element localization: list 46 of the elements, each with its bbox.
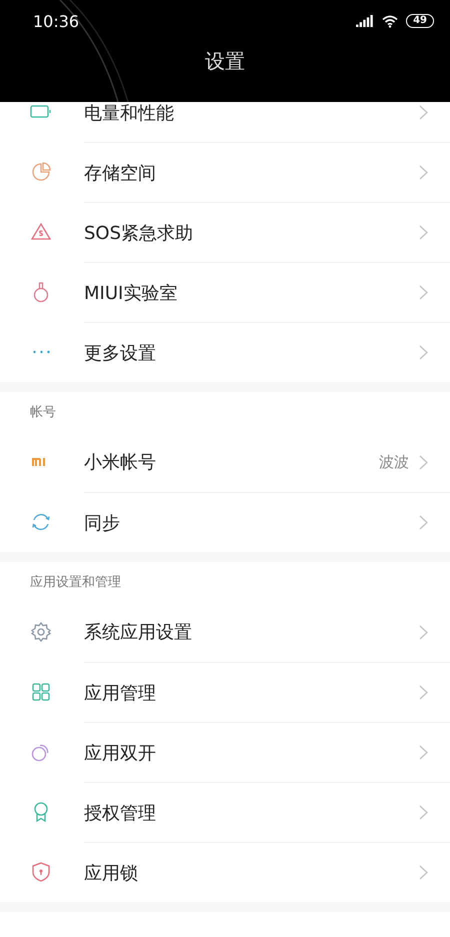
settings-item[interactable]: 更多设置: [0, 322, 450, 382]
item-label: 存储空间: [84, 162, 157, 184]
chevron-right-icon: [419, 515, 428, 530]
item-value: 波波: [379, 452, 409, 472]
section-title: 帐号: [30, 404, 56, 421]
settings-item[interactable]: 应用双开: [0, 722, 450, 782]
settings-icon: [29, 620, 53, 644]
section-title: 应用设置和管理: [30, 574, 121, 591]
settings-item[interactable]: 小米帐号 波波: [0, 432, 450, 492]
settings-item[interactable]: 系统应用设置: [0, 602, 450, 662]
item-label: 应用锁: [84, 862, 139, 884]
item-label: SOS紧急求助: [84, 222, 194, 244]
chevron-right-icon: [419, 745, 428, 760]
chevron-right-icon: [419, 454, 428, 470]
chevron-right-icon: [419, 685, 428, 700]
item-label: 电量和性能: [84, 102, 175, 124]
settings-item[interactable]: 电量和性能: [0, 102, 450, 142]
item-label: MIUI实验室: [84, 282, 178, 304]
chevron-right-icon: [419, 105, 428, 120]
status-time: 10:36: [33, 12, 80, 30]
battery-level: 49: [406, 14, 434, 28]
chevron-right-icon: [419, 285, 428, 300]
page-title: 设置: [205, 48, 245, 75]
chevron-right-icon: [419, 865, 428, 880]
chevron-right-icon: [419, 805, 428, 820]
settings-item[interactable]: 应用管理: [0, 662, 450, 722]
settings-item[interactable]: 授权管理: [0, 782, 450, 842]
item-label: 系统应用设置: [84, 621, 193, 644]
chevron-right-icon: [419, 165, 428, 180]
chevron-right-icon: [419, 225, 428, 240]
settings-item[interactable]: MIUI实验室: [0, 262, 450, 322]
item-label: 授权管理: [84, 802, 157, 824]
item-label: 同步: [84, 512, 121, 534]
item-label: 应用双开: [84, 742, 157, 764]
settings-item[interactable]: 同步: [0, 492, 450, 552]
settings-item[interactable]: 应用锁: [0, 842, 450, 902]
chevron-right-icon: [419, 345, 428, 360]
settings-item[interactable]: SOS紧急求助: [0, 202, 450, 262]
signal-icon: [356, 15, 374, 27]
item-label: 小米帐号: [84, 451, 157, 474]
item-label: 应用管理: [84, 682, 157, 704]
wifi-icon: [382, 14, 398, 28]
chevron-right-icon: [419, 624, 428, 640]
item-label: 更多设置: [84, 342, 157, 364]
more-icon: [32, 350, 50, 354]
settings-item[interactable]: 存储空间: [0, 142, 450, 202]
